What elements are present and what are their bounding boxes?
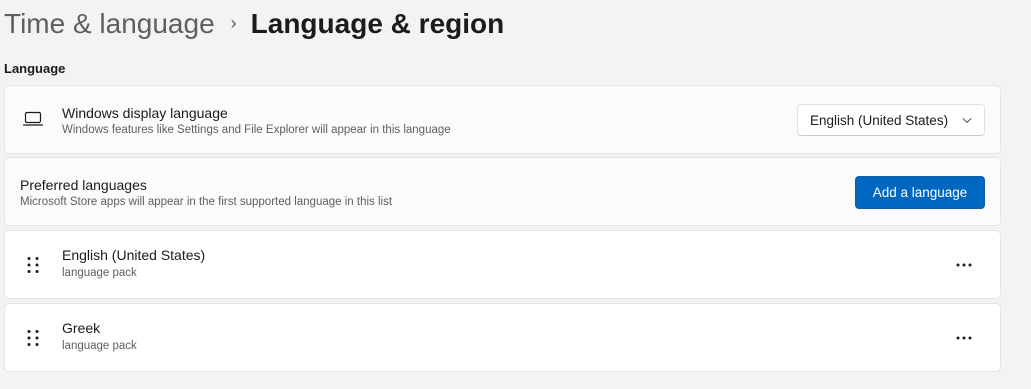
drag-handle-icon[interactable] xyxy=(26,329,40,347)
more-options-icon xyxy=(956,336,972,340)
more-options-icon xyxy=(956,263,972,267)
language-list-item[interactable]: Greek language pack xyxy=(4,303,1001,372)
display-language-selected-value: English (United States) xyxy=(810,113,949,128)
language-detail: language pack xyxy=(62,267,137,279)
display-language-card: Windows display language Windows feature… xyxy=(4,85,1001,154)
add-language-button[interactable]: Add a language xyxy=(855,176,985,209)
display-language-title: Windows display language xyxy=(62,105,228,121)
preferred-languages-card: Preferred languages Microsoft Store apps… xyxy=(4,157,1001,226)
more-options-button[interactable] xyxy=(948,250,980,280)
breadcrumb-separator-icon: › xyxy=(230,12,237,33)
display-language-dropdown[interactable]: English (United States) xyxy=(797,104,985,136)
display-language-description: Windows features like Settings and File … xyxy=(62,124,451,136)
laptop-icon xyxy=(23,111,43,126)
preferred-languages-description: Microsoft Store apps will appear in the … xyxy=(20,196,393,208)
page-title: Language & region xyxy=(250,8,505,39)
more-options-button[interactable] xyxy=(948,323,980,353)
language-list-item[interactable]: English (United States) language pack xyxy=(4,230,1001,299)
language-detail: language pack xyxy=(62,340,137,352)
chevron-down-icon xyxy=(962,117,972,124)
preferred-languages-title: Preferred languages xyxy=(20,177,147,193)
language-name: English (United States) xyxy=(62,247,206,263)
breadcrumb: Time & language › Language & region xyxy=(4,4,504,44)
section-heading: Language xyxy=(4,61,66,76)
settings-page: Time & language › Language & region Lang… xyxy=(0,0,1031,389)
scrollbar[interactable] xyxy=(1027,0,1031,389)
drag-handle-icon[interactable] xyxy=(26,256,40,274)
language-name: Greek xyxy=(62,320,101,336)
breadcrumb-parent-link[interactable]: Time & language xyxy=(4,8,215,40)
